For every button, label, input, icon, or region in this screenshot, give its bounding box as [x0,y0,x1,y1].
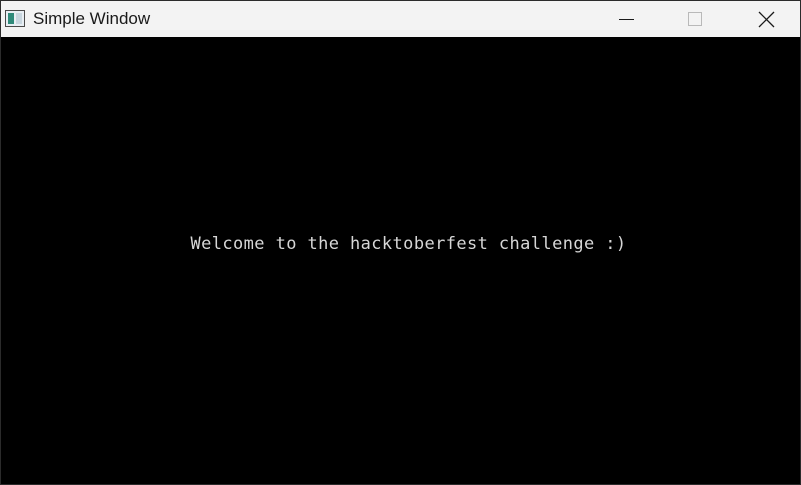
app-window-icon[interactable] [5,10,25,27]
maximize-button[interactable] [672,1,718,37]
app-icon-pane-left [8,13,14,24]
maximize-icon [688,12,702,26]
window-title: Simple Window [33,9,151,28]
minimize-icon [619,19,634,20]
close-icon [758,11,775,28]
close-button[interactable] [743,1,789,37]
title-bar[interactable]: Simple Window [1,1,800,37]
canvas-area: Welcome to the hacktoberfest challenge :… [1,37,800,484]
app-window: Simple Window Welcome to the hacktoberfe… [0,0,801,485]
minimize-button[interactable] [603,1,649,37]
app-icon-pane-right [16,13,22,24]
welcome-message: Welcome to the hacktoberfest challenge :… [190,234,627,254]
